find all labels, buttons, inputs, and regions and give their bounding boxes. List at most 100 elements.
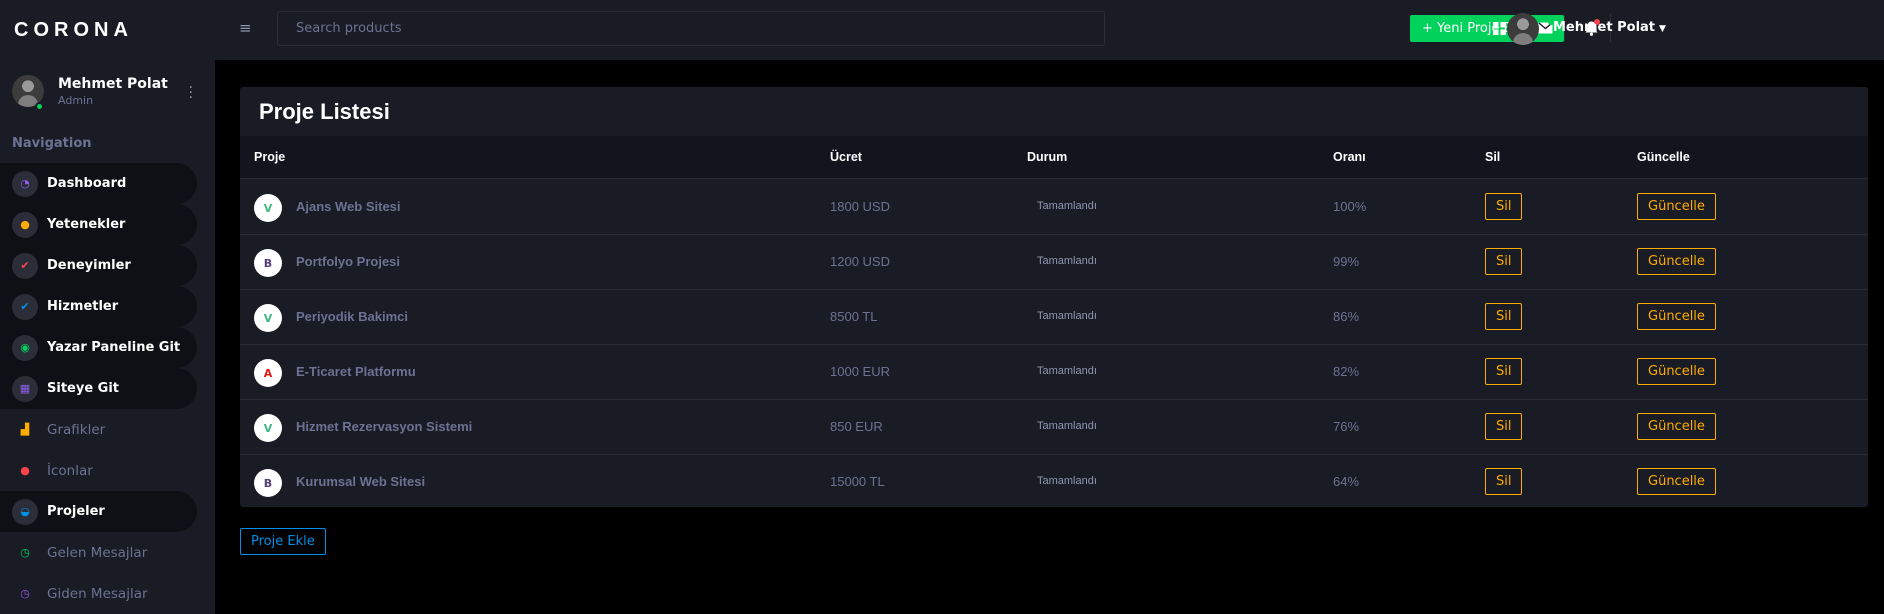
project-status: Tamamlandı: [1037, 475, 1097, 487]
sidebar-item-label: Projeler: [47, 504, 105, 519]
sidebar-item-label: İconlar: [47, 462, 93, 479]
column-header: Oranı: [1333, 150, 1366, 164]
brand-logo[interactable]: CORONA: [0, 0, 215, 60]
sidebar-item-yazar-paneline-git[interactable]: ◉ Yazar Paneline Git: [0, 327, 197, 368]
project-price: 1800 USD: [830, 199, 890, 214]
online-status-icon: [35, 102, 44, 111]
user-menu[interactable]: Mehmet Polat ▼: [1553, 20, 1666, 35]
sidebar-item-grafikler[interactable]: ▟ Grafikler: [0, 409, 197, 450]
profile-name: Mehmet Polat: [58, 75, 168, 92]
column-header: Durum: [1027, 150, 1068, 164]
bootstrap-icon: B: [254, 469, 282, 497]
table-row: V Periyodik Bakimci 8500 TL Tamamlandı 86% Si…: [240, 290, 1868, 345]
clock-icon: ◷: [20, 546, 30, 559]
profile-role: Admin: [58, 93, 94, 107]
project-name: Ajans Web Sitesi: [296, 199, 401, 214]
sidebar-item-label: Siteye Git: [47, 381, 120, 396]
nav-title: Navigation: [12, 136, 92, 151]
check-circle-icon: ✔: [12, 252, 38, 279]
sidebar-profile: Mehmet Polat Admin · · ·: [0, 60, 215, 122]
project-name: Portfolyo Projesi: [296, 254, 401, 269]
column-header: Güncelle: [1637, 150, 1690, 164]
vue-icon: V: [254, 194, 282, 222]
update-button[interactable]: Güncelle: [1637, 413, 1716, 440]
column-header: Sil: [1485, 150, 1501, 164]
table-row: B Portfolyo Projesi 1200 USD Tamamlandı 99% S…: [240, 235, 1868, 290]
sidebar-item-dashboard[interactable]: ◔ Dashboard: [0, 163, 197, 204]
delete-button[interactable]: Sil: [1485, 248, 1523, 275]
vue-icon: V: [254, 304, 282, 332]
project-name: Kurumsal Web Sitesi: [296, 474, 426, 489]
user-name: Mehmet Polat: [1553, 20, 1656, 35]
table-row: V Ajans Web Sitesi 1800 USD Tamamlandı 100% S…: [240, 180, 1868, 235]
skills-icon: ●: [12, 211, 38, 238]
delete-button[interactable]: Sil: [1485, 358, 1523, 385]
table-header: Proje Ücret Durum Oranı Sil Güncelle: [240, 136, 1868, 179]
project-list-card: Proje Listesi Proje Ücret Durum Oranı Si…: [240, 87, 1868, 507]
project-ratio: 99%: [1333, 254, 1360, 269]
project-price: 1000 EUR: [830, 364, 890, 379]
update-button[interactable]: Güncelle: [1637, 248, 1716, 275]
project-status: Tamamlandı: [1037, 200, 1097, 212]
delete-button[interactable]: Sil: [1485, 468, 1523, 495]
sidebar-item-deneyimler[interactable]: ✔ Deneyimler: [0, 245, 197, 286]
sidebar-item-label: Hizmetler: [47, 299, 119, 314]
sidebar-item-label: Yetenekler: [47, 217, 126, 232]
update-button[interactable]: Güncelle: [1637, 358, 1716, 385]
project-price: 850 EUR: [830, 419, 883, 434]
sidebar-item-projeler[interactable]: ◒ Projeler: [0, 491, 197, 532]
project-price: 1200 USD: [830, 254, 890, 269]
delete-button[interactable]: Sil: [1485, 413, 1523, 440]
sidebar-item-label: Yazar Paneline Git: [47, 340, 181, 355]
project-name: E-Ticaret Platformu: [296, 364, 416, 379]
page-title: Proje Listesi: [259, 99, 390, 124]
table-row: V Hizmet Rezervasyon Sistemi 850 EUR Tamaml…: [240, 400, 1868, 455]
sidebar-item-label: Gelen Mesajlar: [47, 544, 148, 561]
column-header: Ücret: [830, 150, 862, 164]
project-name: Hizmet Rezervasyon Sistemi: [296, 419, 473, 434]
chevron-down-icon: ▼: [1659, 24, 1666, 34]
sidebar-item-i-conlar[interactable]: ● İconlar: [0, 450, 197, 491]
check-icon: ✔: [12, 293, 38, 320]
sidebar-item-hizmetler[interactable]: ✔ Hizmetler: [0, 286, 197, 327]
delete-button[interactable]: Sil: [1485, 193, 1523, 220]
sidebar-item-yetenekler[interactable]: ● Yetenekler: [0, 204, 197, 245]
project-name: Periyodik Bakimci: [296, 309, 408, 324]
project-ratio: 86%: [1333, 309, 1360, 324]
vue-icon: V: [254, 414, 282, 442]
delete-button[interactable]: Sil: [1485, 303, 1523, 330]
project-ratio: 100%: [1333, 199, 1367, 214]
sidebar-item-gelen-mesajlar[interactable]: ◷ Gelen Mesajlar: [0, 532, 197, 573]
project-status: Tamamlandı: [1037, 255, 1097, 267]
chart-icon: ▟: [20, 423, 30, 436]
pin-icon: ●: [20, 464, 30, 477]
topbar: ≡ + Yeni Proje Ekleme Mehmet Polat▼: [215, 0, 1884, 60]
table-row: A E-Ticaret Platformu 1000 EUR Tamamlandı 82…: [240, 345, 1868, 400]
sidebar-item-label: Dashboard: [47, 176, 127, 191]
clock-icon: ◷: [20, 587, 30, 600]
project-ratio: 64%: [1333, 474, 1360, 489]
grid-icon: ▦: [12, 375, 38, 402]
table-row: B Kurumsal Web Sitesi 15000 TL Tamamlandı 64…: [240, 455, 1868, 510]
sidebar-item-giden-mesajlar[interactable]: ◷ Giden Mesajlar: [0, 573, 197, 614]
sidebar: CORONA Mehmet Polat Admin · · · Navigation…: [0, 0, 215, 614]
search-input[interactable]: [277, 11, 1105, 46]
project-status: Tamamlandı: [1037, 420, 1097, 432]
update-button[interactable]: Güncelle: [1637, 303, 1716, 330]
sidebar-item-label: Deneyimler: [47, 258, 131, 273]
update-button[interactable]: Güncelle: [1637, 193, 1716, 220]
add-project-button[interactable]: Proje Ekle: [240, 528, 326, 555]
avatar[interactable]: [1507, 13, 1539, 45]
more-vertical-icon[interactable]: · · ·: [189, 81, 193, 105]
github-icon: ◒: [12, 498, 38, 525]
sidebar-item-label: Giden Mesajlar: [47, 585, 148, 602]
speedometer-icon: ◔: [12, 170, 38, 197]
update-button[interactable]: Güncelle: [1637, 468, 1716, 495]
project-status: Tamamlandı: [1037, 310, 1097, 322]
project-ratio: 82%: [1333, 364, 1360, 379]
sidebar-item-siteye-git[interactable]: ▦ Siteye Git: [0, 368, 197, 409]
project-price: 15000 TL: [830, 474, 885, 489]
angular-icon: A: [254, 359, 282, 387]
column-header: Proje: [254, 150, 286, 164]
menu-toggle-icon[interactable]: ≡: [239, 19, 252, 37]
